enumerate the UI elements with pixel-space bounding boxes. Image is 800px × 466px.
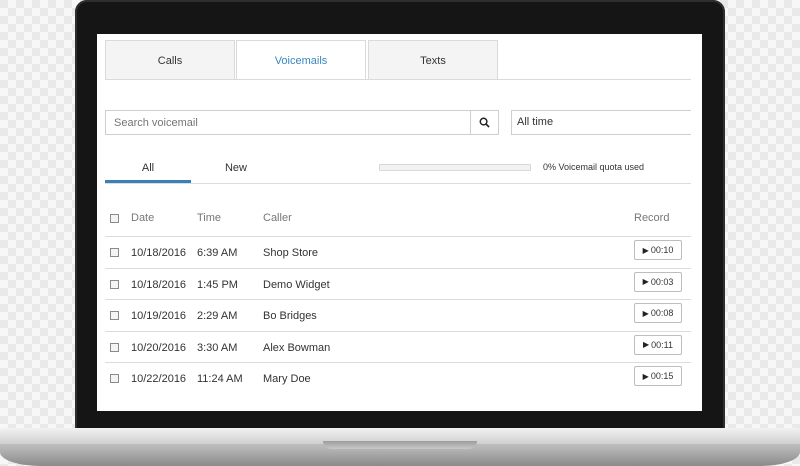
row-caller: Bo Bridges [263, 310, 317, 323]
play-icon: ▶ [642, 371, 649, 381]
play-recording-button[interactable]: ▶ 00:11 [634, 334, 682, 355]
row-caller: Demo Widget [263, 278, 330, 291]
row-date: 10/20/2016 [131, 341, 187, 354]
tab-voicemails[interactable]: Voicemails [236, 40, 366, 80]
row-date: 10/22/2016 [131, 373, 187, 386]
row-date: 10/19/2016 [131, 310, 187, 323]
column-header-record[interactable]: Record [634, 212, 669, 224]
table-row[interactable]: 10/18/2016 1:45 PM Demo Widget ▶ 00:03 [105, 267, 691, 300]
row-checkbox[interactable] [110, 342, 119, 352]
play-icon: ▶ [642, 340, 650, 350]
row-date: 10/18/2016 [131, 247, 187, 259]
table-row[interactable]: 10/20/2016 3:30 AM Alex Bowman ▶ 00:11 [105, 330, 691, 363]
play-recording-button[interactable]: ▶ 00:08 [634, 303, 682, 324]
column-header-caller[interactable]: Caller [263, 212, 292, 224]
recording-duration: 00:15 [650, 371, 674, 382]
filter-divider [105, 183, 691, 184]
play-icon: ▶ [642, 277, 649, 287]
tab-divider [105, 79, 691, 80]
quota-text: 0% Voicemail quota used [543, 162, 645, 172]
laptop-notch [323, 441, 477, 449]
row-checkbox[interactable] [110, 279, 119, 289]
row-checkbox[interactable] [110, 248, 119, 257]
search-button[interactable] [471, 110, 499, 135]
select-all-checkbox[interactable] [110, 214, 119, 223]
table-row[interactable]: 10/18/2016 6:39 AM Shop Store ▶ 00:10 [105, 236, 691, 268]
recording-duration: 00:10 [650, 245, 674, 255]
filter-all[interactable]: All [105, 162, 191, 174]
play-recording-button[interactable]: ▶ 00:03 [634, 271, 682, 292]
recording-duration: 00:08 [650, 308, 674, 319]
row-date: 10/18/2016 [131, 278, 187, 291]
column-header-time[interactable]: Time [197, 212, 221, 224]
column-header-date[interactable]: Date [131, 212, 154, 224]
quota-progress-bar [379, 164, 531, 171]
row-time: 6:39 AM [197, 247, 238, 259]
row-checkbox[interactable] [110, 374, 119, 384]
row-caller: Mary Doe [263, 373, 311, 386]
row-caller: Shop Store [263, 247, 319, 259]
row-checkbox[interactable] [110, 311, 119, 321]
row-time: 11:24 AM [197, 373, 243, 386]
table-row[interactable]: 10/22/2016 11:24 AM Mary Doe ▶ 00:15 [105, 362, 691, 394]
tab-texts[interactable]: Texts [368, 40, 498, 80]
play-icon: ▶ [642, 308, 649, 318]
play-recording-button[interactable]: ▶ 00:15 [634, 366, 682, 387]
recording-duration: 00:11 [651, 339, 673, 350]
recording-duration: 00:03 [650, 276, 674, 287]
row-time: 1:45 PM [197, 278, 238, 291]
play-icon: ▶ [642, 245, 649, 255]
tab-calls[interactable]: Calls [105, 40, 235, 80]
table-row[interactable]: 10/19/2016 2:29 AM Bo Bridges ▶ 00:08 [105, 299, 691, 331]
filter-new[interactable]: New [193, 162, 279, 174]
app-screen: Calls Voicemails Texts All time All New … [97, 34, 702, 411]
row-time: 3:30 AM [197, 341, 238, 354]
search-input[interactable] [105, 110, 471, 135]
search-icon [479, 117, 490, 128]
row-caller: Alex Bowman [263, 341, 331, 354]
row-time: 2:29 AM [197, 310, 238, 323]
period-select[interactable]: All time [511, 110, 691, 135]
play-recording-button[interactable]: ▶ 00:10 [634, 240, 682, 260]
